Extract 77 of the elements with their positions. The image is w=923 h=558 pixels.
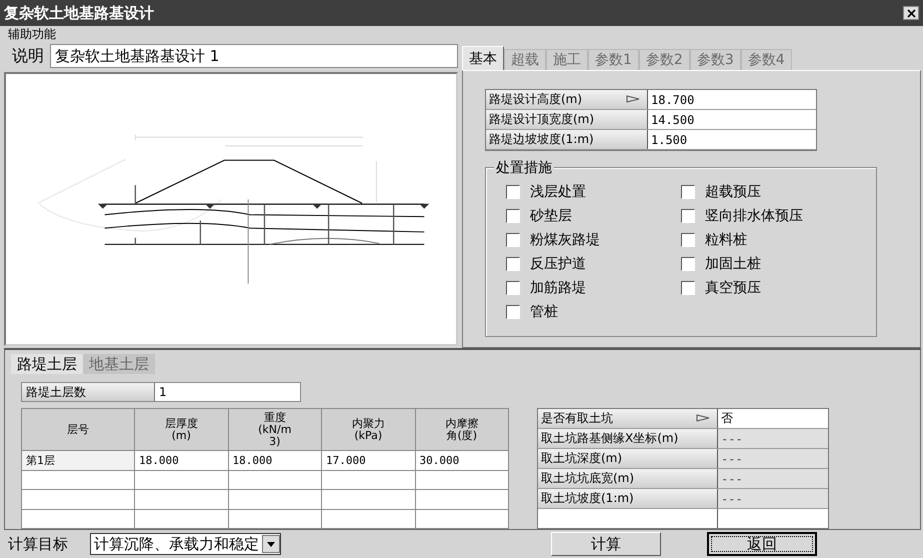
checkbox-label: 粉煤灰路堤: [530, 231, 600, 249]
dropdown-marker-icon: [696, 414, 710, 422]
parameter-tab[interactable]: 参数3: [690, 49, 741, 70]
checkbox-label: 粒料桩: [705, 231, 747, 249]
column-header: 层号: [22, 408, 134, 451]
description-field[interactable]: 复杂软土地基路基设计 1: [50, 44, 458, 68]
dropdown-marker-icon: [626, 95, 640, 103]
checkbox-option[interactable]: 砂垫层: [506, 206, 681, 226]
checkbox-label: 砂垫层: [530, 207, 572, 225]
checkbox-option[interactable]: 粒料桩: [681, 230, 856, 250]
property-value-field[interactable]: ---: [718, 449, 828, 468]
description-label: 说明: [11, 46, 44, 66]
checkbox[interactable]: [506, 281, 520, 295]
action-button[interactable]: 计算: [551, 532, 661, 556]
property-label: 取土坑深度(m): [538, 449, 718, 468]
checkbox-label: 浅层处置: [530, 183, 586, 201]
property-value-field[interactable]: ---: [718, 429, 828, 448]
checkbox[interactable]: [506, 233, 520, 247]
group-title: 处置措施: [494, 159, 554, 177]
checkbox-option[interactable]: 浅层处置: [506, 182, 681, 202]
target-dropdown[interactable]: 计算沉降、承载力和稳定: [90, 533, 281, 555]
property-value-field[interactable]: ---: [718, 469, 828, 488]
column-header: 内摩擦角(度): [415, 408, 508, 451]
checkbox-option[interactable]: 反压护道: [506, 254, 681, 274]
layer-tab[interactable]: 路堤土层: [11, 354, 83, 374]
checkbox-option[interactable]: 加固土桩: [681, 254, 856, 274]
close-icon: [906, 8, 916, 18]
checkbox[interactable]: [681, 209, 695, 223]
parameter-tab[interactable]: 参数2: [638, 49, 690, 70]
checkbox-label: 竖向排水体预压: [705, 207, 803, 225]
parameter-tab[interactable]: 超载: [504, 49, 546, 70]
checkbox-label: 真空预压: [705, 279, 761, 297]
property-label: 路堤设计顶宽度(m): [486, 110, 648, 129]
table-cell: 17.000: [322, 450, 415, 470]
table-cell: 30.000: [415, 450, 508, 470]
checkbox-label: 反压护道: [530, 255, 586, 273]
parameter-tab[interactable]: 基本: [462, 46, 504, 70]
checkbox[interactable]: [506, 209, 520, 223]
parameter-tab[interactable]: 参数4: [740, 49, 792, 70]
checkbox-label: 加固土桩: [705, 255, 761, 273]
checkbox[interactable]: [681, 233, 695, 247]
checkbox[interactable]: [506, 305, 520, 319]
target-label: 计算目标: [8, 534, 68, 554]
table-cell: 18.000: [228, 450, 322, 470]
property-value-field[interactable]: ---: [718, 489, 828, 508]
checkbox-option[interactable]: 真空预压: [681, 278, 856, 298]
table-cell: 18.000: [134, 450, 228, 470]
row-header: 第1层: [22, 450, 134, 470]
parameter-tab[interactable]: 施工: [546, 49, 588, 70]
checkbox-label: 加筋路堤: [530, 279, 586, 297]
close-button[interactable]: [903, 6, 919, 20]
checkbox[interactable]: [506, 185, 520, 199]
checkbox-option[interactable]: 加筋路堤: [506, 278, 681, 298]
dropdown-arrow-icon: [267, 542, 275, 546]
checkbox[interactable]: [506, 257, 520, 271]
property-label: 路堤设计高度(m): [486, 90, 648, 109]
checkbox-option[interactable]: 竖向排水体预压: [681, 206, 856, 226]
column-header: 内聚力 (kPa): [322, 408, 415, 451]
checkbox-label: 超载预压: [705, 183, 761, 201]
checkbox[interactable]: [681, 185, 695, 199]
parameter-tab[interactable]: 参数1: [588, 49, 639, 70]
column-header: 层厚度 (m): [134, 408, 228, 451]
action-button[interactable]: 返回: [707, 532, 817, 556]
property-label: 取土坑路基侧缘X坐标(m): [538, 429, 718, 448]
checkbox-option[interactable]: 超载预压: [681, 182, 856, 202]
property-label: 是否有取土坑: [538, 409, 718, 428]
window-title: 复杂软土地基路基设计: [4, 4, 154, 22]
checkbox[interactable]: [681, 257, 695, 271]
property-label: 取土坑坑底宽(m): [538, 469, 718, 488]
checkbox-label: 管桩: [530, 303, 558, 321]
checkbox-option[interactable]: 管桩: [506, 302, 681, 322]
property-label: 路堤边坡坡度(1:m): [486, 130, 648, 149]
checkbox-option[interactable]: 粉煤灰路堤: [506, 230, 681, 250]
menu-item[interactable]: 辅助功能: [8, 26, 56, 42]
column-header: 重度 (kN/m3): [228, 408, 322, 451]
property-label: 取土坑坡度(1:m): [538, 489, 718, 508]
checkbox[interactable]: [681, 281, 695, 295]
